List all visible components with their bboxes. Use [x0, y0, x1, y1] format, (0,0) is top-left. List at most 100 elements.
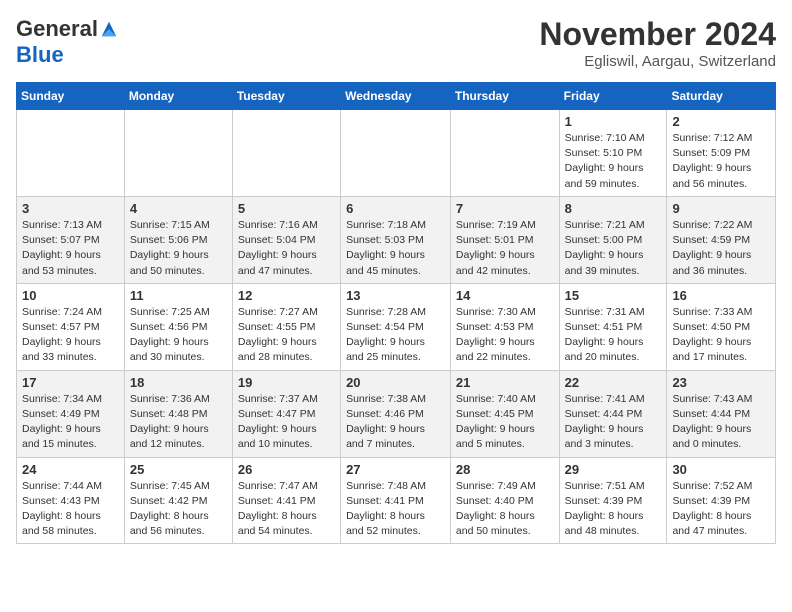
day-info: Sunrise: 7:45 AM Sunset: 4:42 PM Dayligh… [130, 479, 227, 540]
calendar-cell [232, 110, 340, 197]
day-number: 15 [565, 288, 662, 303]
day-number: 29 [565, 462, 662, 477]
day-number: 3 [22, 201, 119, 216]
calendar-cell: 23Sunrise: 7:43 AM Sunset: 4:44 PM Dayli… [667, 370, 776, 457]
day-info: Sunrise: 7:12 AM Sunset: 5:09 PM Dayligh… [672, 131, 770, 192]
day-info: Sunrise: 7:15 AM Sunset: 5:06 PM Dayligh… [130, 218, 227, 279]
weekday-header-wednesday: Wednesday [341, 83, 451, 110]
day-info: Sunrise: 7:52 AM Sunset: 4:39 PM Dayligh… [672, 479, 770, 540]
calendar-cell: 20Sunrise: 7:38 AM Sunset: 4:46 PM Dayli… [341, 370, 451, 457]
day-number: 18 [130, 375, 227, 390]
day-info: Sunrise: 7:13 AM Sunset: 5:07 PM Dayligh… [22, 218, 119, 279]
calendar-cell [17, 110, 125, 197]
day-info: Sunrise: 7:33 AM Sunset: 4:50 PM Dayligh… [672, 305, 770, 366]
calendar-cell: 10 Sunrise: 7:24 AM Sunset: 4:57 PM Dayli… [17, 283, 125, 370]
weekday-header-sunday: Sunday [17, 83, 125, 110]
day-number: 21 [456, 375, 554, 390]
calendar-week-row: 1Sunrise: 7:10 AM Sunset: 5:10 PM Daylig… [17, 110, 776, 197]
calendar-cell: 28 Sunrise: 7:49 AM Sunset: 4:40 PM Dayli… [450, 457, 559, 544]
day-info: Sunrise: 7:37 AM Sunset: 4:47 PM Dayligh… [238, 392, 335, 453]
day-info: Sunrise: 7:43 AM Sunset: 4:44 PM Dayligh… [672, 392, 770, 453]
title-section: November 2024 Egliswil, Aargau, Switzerl… [539, 16, 776, 70]
calendar-cell: 11 Sunrise: 7:25 AM Sunset: 4:56 PM Dayli… [124, 283, 232, 370]
logo-general-text: General [16, 16, 98, 42]
day-number: 11 [130, 288, 227, 303]
day-info: Sunrise: 7:30 AM Sunset: 4:53 PM Dayligh… [456, 305, 554, 366]
calendar-cell: 2 Sunrise: 7:12 AM Sunset: 5:09 PM Daylig… [667, 110, 776, 197]
month-title: November 2024 [539, 16, 776, 53]
day-info: Sunrise: 7:47 AM Sunset: 4:41 PM Dayligh… [238, 479, 335, 540]
day-number: 28 [456, 462, 554, 477]
calendar-cell: 8 Sunrise: 7:21 AM Sunset: 5:00 PM Daylig… [559, 196, 667, 283]
calendar-cell: 19Sunrise: 7:37 AM Sunset: 4:47 PM Dayli… [232, 370, 340, 457]
day-info: Sunrise: 7:27 AM Sunset: 4:55 PM Dayligh… [238, 305, 335, 366]
calendar-week-row: 17Sunrise: 7:34 AM Sunset: 4:49 PM Dayli… [17, 370, 776, 457]
calendar-cell: 18 Sunrise: 7:36 AM Sunset: 4:48 PM Dayli… [124, 370, 232, 457]
calendar-cell: 13Sunrise: 7:28 AM Sunset: 4:54 PM Dayli… [341, 283, 451, 370]
calendar-cell: 7 Sunrise: 7:19 AM Sunset: 5:01 PM Daylig… [450, 196, 559, 283]
calendar-cell: 9Sunrise: 7:22 AM Sunset: 4:59 PM Daylig… [667, 196, 776, 283]
day-info: Sunrise: 7:41 AM Sunset: 4:44 PM Dayligh… [565, 392, 662, 453]
calendar-cell [124, 110, 232, 197]
day-number: 7 [456, 201, 554, 216]
calendar-cell: 5 Sunrise: 7:16 AM Sunset: 5:04 PM Daylig… [232, 196, 340, 283]
day-info: Sunrise: 7:19 AM Sunset: 5:01 PM Dayligh… [456, 218, 554, 279]
weekday-header-monday: Monday [124, 83, 232, 110]
weekday-header-tuesday: Tuesday [232, 83, 340, 110]
weekday-header-friday: Friday [559, 83, 667, 110]
calendar-cell [341, 110, 451, 197]
day-number: 8 [565, 201, 662, 216]
day-info: Sunrise: 7:31 AM Sunset: 4:51 PM Dayligh… [565, 305, 662, 366]
day-number: 16 [672, 288, 770, 303]
calendar-table: SundayMondayTuesdayWednesdayThursdayFrid… [16, 82, 776, 544]
calendar-cell: 27Sunrise: 7:48 AM Sunset: 4:41 PM Dayli… [341, 457, 451, 544]
day-number: 24 [22, 462, 119, 477]
day-number: 2 [672, 114, 770, 129]
day-number: 1 [565, 114, 662, 129]
calendar-cell: 22Sunrise: 7:41 AM Sunset: 4:44 PM Dayli… [559, 370, 667, 457]
day-info: Sunrise: 7:16 AM Sunset: 5:04 PM Dayligh… [238, 218, 335, 279]
day-number: 12 [238, 288, 335, 303]
day-number: 17 [22, 375, 119, 390]
logo-blue-text: Blue [16, 42, 64, 67]
day-number: 4 [130, 201, 227, 216]
day-info: Sunrise: 7:22 AM Sunset: 4:59 PM Dayligh… [672, 218, 770, 279]
calendar-cell: 17Sunrise: 7:34 AM Sunset: 4:49 PM Dayli… [17, 370, 125, 457]
calendar-cell: 16 Sunrise: 7:33 AM Sunset: 4:50 PM Dayli… [667, 283, 776, 370]
calendar-cell: 30 Sunrise: 7:52 AM Sunset: 4:39 PM Dayli… [667, 457, 776, 544]
calendar-cell: 25 Sunrise: 7:45 AM Sunset: 4:42 PM Dayli… [124, 457, 232, 544]
calendar-week-row: 24 Sunrise: 7:44 AM Sunset: 4:43 PM Dayli… [17, 457, 776, 544]
calendar-cell [450, 110, 559, 197]
day-info: Sunrise: 7:40 AM Sunset: 4:45 PM Dayligh… [456, 392, 554, 453]
calendar-week-row: 3 Sunrise: 7:13 AM Sunset: 5:07 PM Daylig… [17, 196, 776, 283]
calendar-cell: 21 Sunrise: 7:40 AM Sunset: 4:45 PM Dayli… [450, 370, 559, 457]
calendar-cell: 15 Sunrise: 7:31 AM Sunset: 4:51 PM Dayli… [559, 283, 667, 370]
day-number: 30 [672, 462, 770, 477]
calendar-cell: 12 Sunrise: 7:27 AM Sunset: 4:55 PM Dayli… [232, 283, 340, 370]
calendar-cell: 3 Sunrise: 7:13 AM Sunset: 5:07 PM Daylig… [17, 196, 125, 283]
day-number: 10 [22, 288, 119, 303]
day-info: Sunrise: 7:36 AM Sunset: 4:48 PM Dayligh… [130, 392, 227, 453]
calendar-cell: 1Sunrise: 7:10 AM Sunset: 5:10 PM Daylig… [559, 110, 667, 197]
logo-icon [100, 20, 118, 38]
calendar-cell: 26Sunrise: 7:47 AM Sunset: 4:41 PM Dayli… [232, 457, 340, 544]
day-info: Sunrise: 7:49 AM Sunset: 4:40 PM Dayligh… [456, 479, 554, 540]
weekday-header-saturday: Saturday [667, 83, 776, 110]
day-number: 25 [130, 462, 227, 477]
calendar-cell: 4 Sunrise: 7:15 AM Sunset: 5:06 PM Daylig… [124, 196, 232, 283]
day-number: 13 [346, 288, 445, 303]
day-number: 27 [346, 462, 445, 477]
day-info: Sunrise: 7:18 AM Sunset: 5:03 PM Dayligh… [346, 218, 445, 279]
day-info: Sunrise: 7:21 AM Sunset: 5:00 PM Dayligh… [565, 218, 662, 279]
calendar-cell: 24 Sunrise: 7:44 AM Sunset: 4:43 PM Dayli… [17, 457, 125, 544]
calendar-week-row: 10 Sunrise: 7:24 AM Sunset: 4:57 PM Dayli… [17, 283, 776, 370]
day-number: 5 [238, 201, 335, 216]
day-info: Sunrise: 7:44 AM Sunset: 4:43 PM Dayligh… [22, 479, 119, 540]
day-info: Sunrise: 7:24 AM Sunset: 4:57 PM Dayligh… [22, 305, 119, 366]
day-info: Sunrise: 7:38 AM Sunset: 4:46 PM Dayligh… [346, 392, 445, 453]
day-number: 14 [456, 288, 554, 303]
location-title: Egliswil, Aargau, Switzerland [539, 53, 776, 70]
day-info: Sunrise: 7:25 AM Sunset: 4:56 PM Dayligh… [130, 305, 227, 366]
logo: General Blue [16, 16, 118, 68]
calendar-cell: 29Sunrise: 7:51 AM Sunset: 4:39 PM Dayli… [559, 457, 667, 544]
